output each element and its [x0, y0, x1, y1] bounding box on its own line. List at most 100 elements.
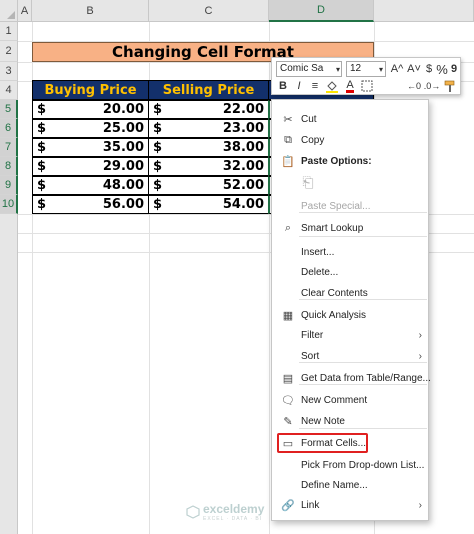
accounting-format-icon[interactable]: $	[423, 61, 435, 77]
menu-item-insert[interactable]: Insert...	[272, 242, 428, 263]
row-header-4[interactable]: 4	[0, 81, 18, 100]
menu-item-cut[interactable]: ✂ Cut	[272, 109, 428, 130]
buying-price-cell[interactable]: $35.00	[32, 138, 149, 157]
buying-price-cell[interactable]: $56.00	[32, 195, 149, 214]
menu-item-paste-option[interactable]: ⎗	[272, 172, 428, 193]
fill-color-icon[interactable]	[324, 78, 340, 94]
currency-symbol: $	[37, 140, 47, 155]
menu-item-label: Get Data from Table/Range...	[301, 373, 431, 384]
buying-price-cell[interactable]: $48.00	[32, 176, 149, 195]
currency-symbol: $	[153, 178, 163, 193]
menu-item-label: Link	[301, 500, 320, 511]
col-header-c[interactable]: C	[149, 0, 269, 22]
note-icon: ✎	[283, 416, 293, 428]
buying-price-cell[interactable]: $25.00	[32, 119, 149, 138]
decrease-decimal-icon[interactable]: .0→	[424, 78, 441, 94]
currency-symbol: $	[153, 102, 163, 117]
menu-item-filter[interactable]: Filter ›	[272, 325, 428, 346]
context-menu: ✂ Cut ⧉ Copy 📋 Paste Options: ⎗ Paste Special..…	[271, 99, 431, 521]
menu-item-define-name[interactable]: Define Name...	[272, 475, 428, 496]
decrease-font-icon[interactable]: A˅	[406, 61, 422, 77]
selling-price-value: 52.00	[222, 178, 264, 193]
row-header-2[interactable]: 2	[0, 41, 18, 62]
paste-icon: 📋	[281, 156, 295, 168]
bold-icon[interactable]: B	[276, 78, 290, 94]
italic-icon[interactable]: I	[292, 78, 306, 94]
menu-item-delete[interactable]: Delete...	[272, 262, 428, 283]
currency-symbol: $	[153, 159, 163, 174]
selling-price-cell[interactable]: $23.00	[148, 119, 269, 138]
comma-style-icon[interactable]: 9	[448, 61, 460, 77]
menu-item-sort[interactable]: Sort ›	[272, 346, 428, 367]
buying-price-cell[interactable]: $29.00	[32, 157, 149, 176]
menu-item-link[interactable]: 🔗 Link ›	[272, 495, 428, 516]
scissors-icon: ✂	[283, 114, 293, 126]
header-buying-price[interactable]: Buying Price	[32, 80, 149, 100]
menu-item-label: Copy	[301, 135, 325, 146]
align-center-icon[interactable]: ≡	[308, 78, 322, 94]
menu-item-label: Sort	[301, 351, 320, 362]
buying-price-value: 29.00	[102, 159, 144, 174]
menu-item-quick-analysis[interactable]: ▦ Quick Analysis	[272, 305, 428, 326]
currency-symbol: $	[153, 140, 163, 155]
percent-style-icon[interactable]: %	[436, 61, 448, 77]
menu-item-paste-special[interactable]: Paste Special...	[272, 196, 428, 217]
menu-item-label: Insert...	[301, 247, 335, 258]
header-selling-price[interactable]: Selling Price	[148, 80, 269, 100]
format-painter-icon[interactable]	[442, 78, 458, 94]
select-all-corner[interactable]	[0, 0, 18, 22]
col-header-e[interactable]	[374, 0, 474, 22]
menu-item-label: Clear Contents	[301, 288, 368, 299]
row-header-rest	[0, 214, 18, 534]
increase-font-icon[interactable]: A^	[389, 61, 405, 77]
menu-item-label: New Note	[301, 416, 345, 427]
selling-price-value: 38.00	[222, 140, 264, 155]
row-header-10[interactable]: 10	[0, 195, 18, 214]
font-name-dropdown-icon[interactable]: ▾	[333, 61, 343, 77]
row-header-8[interactable]: 8	[0, 157, 18, 176]
menu-item-label: Quick Analysis	[301, 310, 367, 321]
borders-icon[interactable]	[360, 78, 374, 94]
menu-item-label: Delete...	[301, 267, 339, 278]
menu-separator	[299, 236, 427, 237]
table-icon: ▤	[282, 373, 294, 385]
buying-price-value: 25.00	[102, 121, 144, 136]
search-icon: ⌕	[284, 222, 292, 234]
menu-separator	[299, 362, 427, 363]
currency-symbol: $	[153, 197, 163, 212]
selling-price-value: 23.00	[222, 121, 264, 136]
menu-item-pick-from-drop-down-list[interactable]: Pick From Drop-down List...	[272, 455, 428, 476]
selling-price-cell[interactable]: $54.00	[148, 195, 269, 214]
menu-item-new-comment[interactable]: 🗨 New Comment	[272, 390, 428, 411]
format-cells-highlight	[277, 433, 368, 453]
col-header-a[interactable]: A	[18, 0, 32, 22]
buying-price-cell[interactable]: $20.00	[32, 100, 149, 119]
col-header-d[interactable]: D	[269, 0, 374, 22]
row-header-6[interactable]: 6	[0, 119, 18, 138]
menu-item-get-data-from-table-range[interactable]: ▤ Get Data from Table/Range...	[272, 368, 431, 389]
menu-item-label: Paste Options:	[301, 156, 372, 167]
submenu-arrow-icon: ›	[418, 351, 422, 362]
menu-separator	[299, 428, 427, 429]
currency-symbol: $	[37, 121, 47, 136]
menu-item-label: Smart Lookup	[301, 223, 364, 234]
menu-separator	[299, 212, 427, 213]
selling-price-cell[interactable]: $22.00	[148, 100, 269, 119]
row-header-7[interactable]: 7	[0, 138, 18, 157]
font-color-icon[interactable]: A	[342, 78, 358, 94]
menu-item-label: Pick From Drop-down List...	[301, 460, 425, 471]
increase-decimal-icon[interactable]: ←0	[406, 78, 422, 94]
selling-price-cell[interactable]: $38.00	[148, 138, 269, 157]
menu-item-clear-contents[interactable]: Clear Contents	[272, 283, 428, 304]
col-header-b[interactable]: B	[32, 0, 149, 22]
font-size-dropdown-icon[interactable]: ▾	[376, 61, 386, 77]
row-header-9[interactable]: 9	[0, 176, 18, 195]
buying-price-value: 48.00	[102, 178, 144, 193]
row-header-1[interactable]: 1	[0, 22, 18, 41]
menu-item-copy[interactable]: ⧉ Copy	[272, 130, 428, 151]
row-header-3[interactable]: 3	[0, 62, 18, 81]
currency-symbol: $	[153, 121, 163, 136]
row-header-5[interactable]: 5	[0, 100, 18, 119]
selling-price-cell[interactable]: $52.00	[148, 176, 269, 195]
selling-price-cell[interactable]: $32.00	[148, 157, 269, 176]
